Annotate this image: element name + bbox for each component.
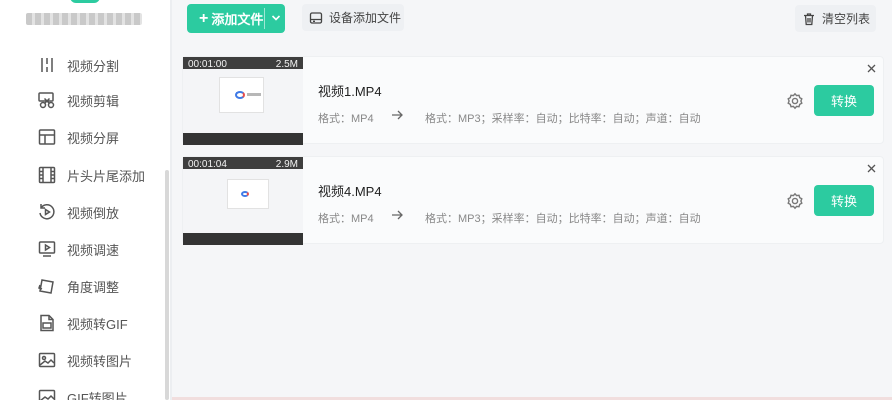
thumbnail-logo [235, 91, 245, 99]
sidebar-item-gif-to-image[interactable]: GIF转图片 [37, 383, 167, 400]
arrow-right-icon [390, 208, 404, 222]
speed-icon [37, 239, 57, 259]
sidebar-item-split-screen[interactable]: 视频分屏 [37, 123, 167, 151]
device-icon [309, 11, 323, 25]
file-item: 00:01:04 2.9M 视频4.MP4 格式：MP4 格式：MP3；采样率：… [182, 156, 884, 245]
clear-list-label: 清空列表 [822, 12, 871, 26]
close-icon[interactable] [866, 161, 877, 173]
gif-icon [37, 313, 57, 333]
gif-image-icon [37, 387, 57, 400]
sidebar-item-video-split[interactable]: 视频分割 [37, 51, 167, 79]
source-format: 格式：MP4 [318, 113, 374, 125]
sidebar-item-label: 视频转图片 [67, 353, 133, 369]
file-name: 视频1.MP4 [318, 84, 382, 99]
target-format[interactable]: 格式：MP3；采样率：自动；比特率：自动；声道：自动 [425, 210, 701, 226]
plus-icon: + [199, 9, 209, 27]
sidebar-item-intro-outro[interactable]: 片头片尾添加 [37, 161, 167, 189]
sidebar-item-video-to-image[interactable]: 视频转图片 [37, 346, 167, 374]
rotate-icon [37, 276, 57, 296]
sidebar-item-label: 片头片尾添加 [67, 168, 146, 184]
thumbnail-logo [241, 191, 249, 197]
arrow-right-icon [390, 108, 404, 122]
sidebar-item-label: 视频剪辑 [67, 93, 120, 109]
video-thumbnail[interactable]: 00:01:04 2.9M [183, 157, 303, 245]
split-icon [37, 55, 57, 75]
convert-button[interactable]: 转换 [814, 185, 874, 216]
sidebar-item-label: 视频倒放 [67, 205, 120, 221]
chevron-down-icon[interactable] [270, 11, 282, 25]
sidebar-item-label: 角度调整 [67, 279, 120, 295]
sidebar-item-angle-adjust[interactable]: 角度调整 [37, 272, 167, 300]
image-icon [37, 350, 57, 370]
film-icon [37, 165, 57, 185]
sidebar-item-label: GIF转图片 [67, 390, 128, 400]
sidebar-item-label: 视频转GIF [67, 316, 128, 332]
sidebar-divider [170, 0, 172, 400]
split-screen-icon [37, 127, 57, 147]
target-format[interactable]: 格式：MP3；采样率：自动；比特率：自动；声道：自动 [425, 110, 701, 126]
convert-button[interactable]: 转换 [814, 85, 874, 116]
thumbnail-preview [183, 69, 303, 133]
scissors-icon [37, 90, 57, 110]
video-duration: 00:01:04 [188, 159, 227, 170]
sidebar-item-label: 视频分屏 [67, 130, 120, 146]
video-size: 2.5M [275, 59, 298, 70]
clear-list-button[interactable]: 清空列表 [795, 5, 876, 32]
thumbnail-text [247, 93, 261, 96]
add-file-label: 添加文件 [211, 12, 264, 27]
thumbnail-preview [183, 169, 303, 233]
gear-icon[interactable] [786, 192, 804, 210]
sidebar-item-video-reverse[interactable]: 视频倒放 [37, 198, 167, 226]
app-title-blurred [26, 13, 142, 25]
add-file-button[interactable]: + 添加文件 [187, 4, 285, 33]
sidebar-scrollbar[interactable] [165, 170, 169, 400]
button-divider [264, 8, 265, 29]
device-add-file-label: 设备添加文件 [329, 11, 402, 25]
sidebar-item-video-to-gif[interactable]: 视频转GIF [37, 309, 167, 337]
device-add-file-button[interactable]: 设备添加文件 [302, 4, 404, 31]
source-format: 格式：MP4 [318, 213, 374, 225]
file-name: 视频4.MP4 [318, 184, 382, 199]
close-icon[interactable] [866, 61, 877, 73]
sidebar-item-label: 视频分割 [67, 58, 120, 74]
video-duration: 00:01:00 [188, 59, 227, 70]
file-item: 00:01:00 2.5M 视频1.MP4 格式：MP4 格式：MP3；采样率：… [182, 56, 884, 145]
trash-icon [802, 12, 816, 26]
thumbnail-bottom-bar [183, 133, 303, 145]
reverse-icon [37, 202, 57, 222]
sidebar: 视频分割 视频剪辑 视频分屏 片头片尾添加 视频倒放 视频调速 角度调整 视频转… [0, 0, 170, 400]
video-thumbnail[interactable]: 00:01:00 2.5M [183, 57, 303, 145]
sidebar-item-video-edit[interactable]: 视频剪辑 [37, 86, 167, 114]
sidebar-item-label: 视频调速 [67, 242, 120, 258]
app-logo [70, 0, 100, 3]
thumbnail-bottom-bar [183, 233, 303, 245]
gear-icon[interactable] [786, 92, 804, 110]
video-size: 2.9M [275, 159, 298, 170]
sidebar-item-video-speed[interactable]: 视频调速 [37, 235, 167, 263]
